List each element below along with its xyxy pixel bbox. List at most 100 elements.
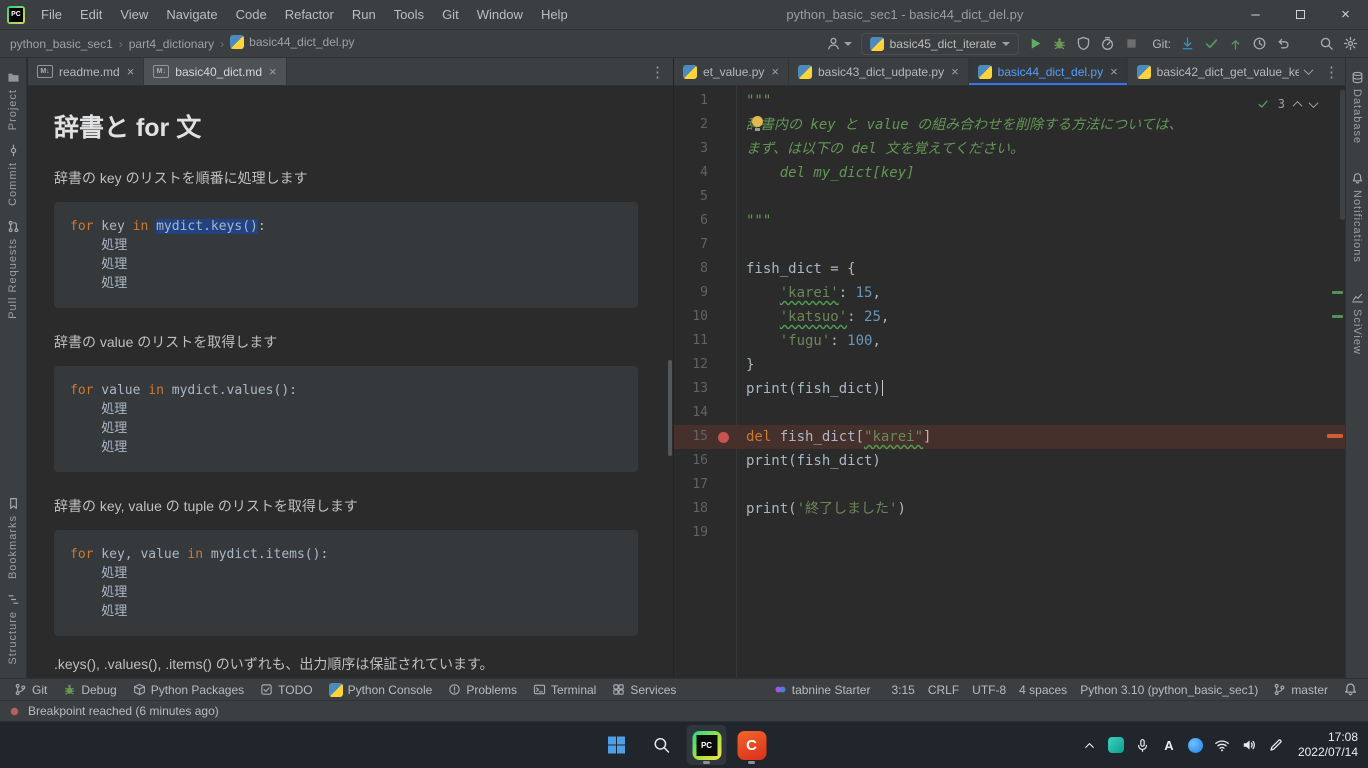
- taskbar-orange-app-button[interactable]: C: [732, 725, 772, 765]
- code-text[interactable]: del my_dict[key]: [736, 161, 915, 185]
- gutter[interactable]: [708, 281, 736, 305]
- code-text[interactable]: fish_dict = {: [736, 257, 856, 281]
- breakpoint-dot[interactable]: [718, 432, 729, 443]
- menu-git[interactable]: Git: [433, 0, 468, 29]
- git-update-button[interactable]: [1180, 36, 1195, 51]
- code-text[interactable]: まず、は以下の del 文を覚えてください。: [736, 137, 1024, 161]
- code-text[interactable]: """: [736, 209, 771, 233]
- git-branch-widget[interactable]: master: [1271, 683, 1330, 697]
- gutter[interactable]: [708, 185, 736, 209]
- toolwindow-structure[interactable]: Structure: [7, 586, 20, 672]
- menu-file[interactable]: File: [32, 0, 71, 29]
- error-stripe-mark-breakpoint[interactable]: [1327, 434, 1343, 438]
- menu-view[interactable]: View: [111, 0, 157, 29]
- tab-basic44-dict-del-py[interactable]: basic44_dict_del.py×: [969, 58, 1128, 85]
- settings-button[interactable]: [1343, 36, 1358, 51]
- inspections-widget[interactable]: 3: [1257, 92, 1317, 116]
- gutter[interactable]: [708, 233, 736, 257]
- close-button[interactable]: ×: [1323, 0, 1368, 29]
- code-text[interactable]: print(fish_dict): [736, 377, 883, 401]
- code-editor[interactable]: 1"""2辞書内の key と value の組み合わせを削除する方法については…: [674, 86, 1345, 678]
- volume-icon[interactable]: [1241, 737, 1257, 753]
- toolwindow-button-todo[interactable]: TODO: [252, 679, 320, 700]
- code-text[interactable]: 'katsuo': 25,: [736, 305, 889, 329]
- code-text[interactable]: }: [736, 353, 754, 377]
- toolwindow-button-python-packages[interactable]: Python Packages: [125, 679, 252, 700]
- pen-icon[interactable]: [1268, 737, 1284, 753]
- toolwindow-sciview[interactable]: SciView: [1351, 284, 1364, 362]
- gutter[interactable]: [708, 449, 736, 473]
- toolwindow-notifications[interactable]: Notifications: [1351, 165, 1364, 270]
- toolwindow-database[interactable]: Database: [1351, 64, 1364, 151]
- menu-navigate[interactable]: Navigate: [157, 0, 226, 29]
- history-button[interactable]: [1252, 36, 1267, 51]
- ime-mode-indicator[interactable]: A: [1161, 738, 1177, 753]
- gutter[interactable]: [708, 377, 736, 401]
- menu-code[interactable]: Code: [227, 0, 276, 29]
- menu-window[interactable]: Window: [468, 0, 532, 29]
- tab-basic43-dict-udpate-py[interactable]: basic43_dict_udpate.py×: [789, 58, 969, 85]
- code-text[interactable]: print(fish_dict): [736, 449, 881, 473]
- toolwindow-button-services[interactable]: Services: [604, 679, 684, 700]
- tray-expand-icon[interactable]: [1082, 738, 1097, 753]
- minimize-button[interactable]: –: [1233, 0, 1278, 29]
- toolwindow-button-terminal[interactable]: Terminal: [525, 679, 604, 700]
- intention-bulb-icon[interactable]: [752, 116, 764, 131]
- gutter[interactable]: [708, 305, 736, 329]
- more-options-icon[interactable]: ⋮: [1318, 58, 1345, 85]
- breadcrumb-item[interactable]: basic44_dict_del.py: [230, 35, 354, 52]
- coverage-button[interactable]: [1076, 36, 1091, 51]
- run-button[interactable]: [1028, 36, 1043, 51]
- toolwindow-commit[interactable]: Commit: [7, 137, 20, 213]
- code-text[interactable]: 辞書内の key と value の組み合わせを削除する方法については、: [736, 113, 1182, 137]
- toolwindow-pull-requests[interactable]: Pull Requests: [7, 213, 20, 326]
- toolwindow-project[interactable]: Project: [7, 64, 20, 137]
- git-commit-button[interactable]: [1204, 36, 1219, 51]
- microphone-icon[interactable]: [1135, 738, 1150, 753]
- tray-teal-app-icon[interactable]: [1108, 737, 1124, 753]
- code-text[interactable]: print('終了しました'): [736, 497, 906, 521]
- more-options-icon[interactable]: ⋮: [642, 58, 673, 85]
- gutter[interactable]: [708, 113, 736, 137]
- rollback-button[interactable]: [1276, 36, 1291, 51]
- tab-readme-md[interactable]: M↓readme.md×: [28, 58, 144, 85]
- start-button[interactable]: [597, 725, 637, 765]
- run-configuration-select[interactable]: basic45_dict_iterate: [861, 33, 1020, 55]
- gutter[interactable]: [708, 209, 736, 233]
- menu-run[interactable]: Run: [343, 0, 385, 29]
- tray-blue-app-icon[interactable]: [1188, 738, 1203, 753]
- error-stripe-mark[interactable]: [1332, 291, 1343, 294]
- next-problem-icon[interactable]: [1309, 98, 1319, 108]
- gutter[interactable]: [708, 497, 736, 521]
- breadcrumb-file[interactable]: basic44_dict_del.py: [230, 35, 354, 49]
- gutter[interactable]: [708, 425, 736, 449]
- scrollbar-thumb[interactable]: [668, 360, 672, 456]
- toolwindow-button-problems[interactable]: Problems: [440, 679, 525, 700]
- menu-help[interactable]: Help: [532, 0, 577, 29]
- line-separator-widget[interactable]: CRLF: [928, 683, 959, 697]
- prev-problem-icon[interactable]: [1293, 100, 1303, 110]
- gutter[interactable]: [708, 353, 736, 377]
- indent-widget[interactable]: 4 spaces: [1019, 683, 1067, 697]
- gutter[interactable]: [708, 401, 736, 425]
- gutter[interactable]: [708, 473, 736, 497]
- tab-close-icon[interactable]: ×: [771, 64, 779, 79]
- tab-et-value-py[interactable]: et_value.py×: [674, 58, 789, 85]
- interpreter-widget[interactable]: Python 3.10 (python_basic_sec1): [1080, 683, 1258, 697]
- gutter[interactable]: [708, 257, 736, 281]
- gutter[interactable]: [708, 137, 736, 161]
- taskbar-clock[interactable]: 17:08 2022/07/14: [1298, 730, 1358, 760]
- search-everywhere-button[interactable]: [1319, 36, 1334, 51]
- toolwindow-button-python-console[interactable]: Python Console: [321, 679, 441, 700]
- gutter[interactable]: [708, 89, 736, 113]
- code-text[interactable]: 'karei': 15,: [736, 281, 881, 305]
- wifi-icon[interactable]: [1214, 737, 1230, 753]
- menu-refactor[interactable]: Refactor: [276, 0, 343, 29]
- breadcrumb-item[interactable]: python_basic_sec1: [10, 37, 113, 51]
- notifications-bell-icon[interactable]: [1343, 682, 1358, 697]
- toolwindow-button-debug[interactable]: Debug: [55, 679, 124, 700]
- gutter[interactable]: [708, 329, 736, 353]
- error-stripe-mark[interactable]: [1332, 315, 1343, 318]
- markdown-preview[interactable]: 辞書と for 文 辞書の key のリストを順番に処理しますfor key i…: [28, 86, 673, 678]
- hidden-tabs-chevron-icon[interactable]: [1299, 58, 1318, 85]
